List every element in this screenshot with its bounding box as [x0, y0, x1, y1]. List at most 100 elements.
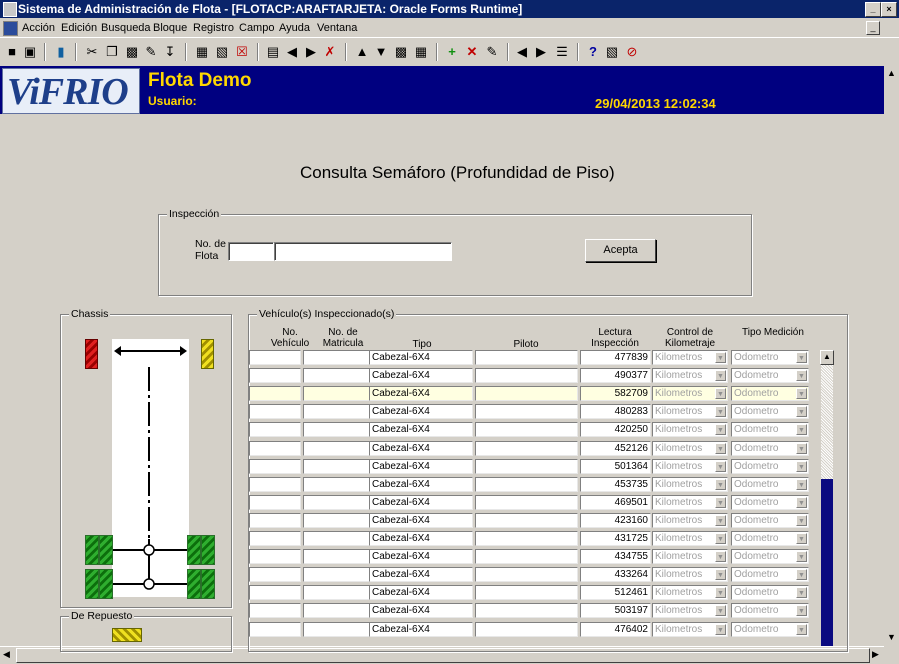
cell-no-vehiculo[interactable]	[249, 567, 301, 582]
next-record-icon[interactable]: ▶	[533, 44, 549, 60]
table-scrollbar[interactable]: ▲	[820, 350, 834, 646]
cell-medicion[interactable]: Odometro ▼	[731, 441, 809, 456]
chevron-down-icon[interactable]: ▼	[715, 424, 726, 435]
cell-no-matricula[interactable]	[303, 495, 371, 510]
cell-piloto[interactable]	[475, 531, 578, 546]
cell-piloto[interactable]	[475, 422, 578, 437]
cell-medicion[interactable]: Odometro ▼	[731, 404, 809, 419]
cell-control[interactable]: Kilometros ▼	[652, 549, 728, 564]
cell-no-vehiculo[interactable]	[249, 603, 301, 618]
cell-lectura[interactable]: 512461	[580, 585, 651, 600]
menu-bloque[interactable]: Bloque	[153, 22, 187, 34]
chevron-down-icon[interactable]: ▼	[715, 569, 726, 580]
cell-medicion[interactable]: Odometro ▼	[731, 386, 809, 401]
cell-lectura[interactable]: 582709	[580, 386, 651, 401]
edit-field-icon[interactable]: ☰	[554, 44, 570, 60]
cell-no-vehiculo[interactable]	[249, 350, 301, 365]
previous-block-icon[interactable]: ◀	[284, 44, 300, 60]
list-icon[interactable]: ▤	[265, 44, 281, 60]
scroll-left-icon[interactable]: ◀	[3, 649, 10, 660]
cell-tipo[interactable]: Cabezal-6X4	[369, 350, 473, 365]
cell-no-matricula[interactable]	[303, 549, 371, 564]
cell-tipo[interactable]: Cabezal-6X4	[369, 549, 473, 564]
cell-lectura[interactable]: 503197	[580, 603, 651, 618]
table-scroll-up-icon[interactable]: ▲	[820, 350, 834, 365]
cell-tipo[interactable]: Cabezal-6X4	[369, 622, 473, 637]
cell-control[interactable]: Kilometros ▼	[652, 404, 728, 419]
chevron-down-icon[interactable]: ▼	[796, 406, 807, 417]
cell-piloto[interactable]	[475, 386, 578, 401]
triangle-down-icon[interactable]: ▼	[373, 44, 389, 60]
cell-no-vehiculo[interactable]	[249, 386, 301, 401]
cell-piloto[interactable]	[475, 404, 578, 419]
next-block-icon[interactable]: ▶	[303, 44, 319, 60]
chevron-down-icon[interactable]: ▼	[796, 370, 807, 381]
clear-record-icon[interactable]: ✎	[484, 44, 500, 60]
cell-no-vehiculo[interactable]	[249, 622, 301, 637]
notes-icon[interactable]: ▧	[604, 44, 620, 60]
chevron-down-icon[interactable]: ▼	[796, 388, 807, 399]
tire-axle1-right-outer[interactable]	[201, 535, 215, 565]
form-icon[interactable]	[3, 21, 18, 36]
cell-control[interactable]: Kilometros ▼	[652, 513, 728, 528]
spare-tire-yellow[interactable]	[112, 628, 142, 642]
cell-tipo[interactable]: Cabezal-6X4	[369, 603, 473, 618]
cell-no-vehiculo[interactable]	[249, 459, 301, 474]
cell-control[interactable]: Kilometros ▼	[652, 531, 728, 546]
menu-ventana[interactable]: Ventana	[317, 22, 357, 34]
cell-no-vehiculo[interactable]	[249, 404, 301, 419]
cell-medicion[interactable]: Odometro ▼	[731, 549, 809, 564]
cell-tipo[interactable]: Cabezal-6X4	[369, 368, 473, 383]
cell-lectura[interactable]: 431725	[580, 531, 651, 546]
cell-lectura[interactable]: 434755	[580, 549, 651, 564]
cell-tipo[interactable]: Cabezal-6X4	[369, 404, 473, 419]
cell-control[interactable]: Kilometros ▼	[652, 386, 728, 401]
menu-ayuda[interactable]: Ayuda	[279, 22, 310, 34]
chevron-down-icon[interactable]: ▼	[796, 424, 807, 435]
menu-accion[interactable]: Acción	[22, 22, 55, 34]
menu-campo[interactable]: Campo	[239, 22, 274, 34]
execute-query-icon[interactable]: ▧	[214, 44, 230, 60]
chevron-down-icon[interactable]: ▼	[796, 461, 807, 472]
cell-control[interactable]: Kilometros ▼	[652, 603, 728, 618]
close-icon[interactable]: ×	[881, 2, 897, 17]
tire-front-right-yellow[interactable]	[201, 339, 214, 369]
cell-tipo[interactable]: Cabezal-6X4	[369, 585, 473, 600]
tire-front-left-red[interactable]	[85, 339, 98, 369]
paste-icon[interactable]: ▩	[124, 44, 140, 60]
cell-no-matricula[interactable]	[303, 404, 371, 419]
cell-control[interactable]: Kilometros ▼	[652, 350, 728, 365]
cell-piloto[interactable]	[475, 549, 578, 564]
no-entry-icon[interactable]: ⊘	[624, 44, 640, 60]
cell-no-matricula[interactable]	[303, 422, 371, 437]
cell-medicion[interactable]: Odometro ▼	[731, 513, 809, 528]
chevron-down-icon[interactable]: ▼	[715, 624, 726, 635]
tire-axle1-left-outer[interactable]	[85, 535, 99, 565]
fleet-name-field[interactable]	[274, 242, 452, 261]
menu-registro[interactable]: Registro	[193, 22, 234, 34]
scroll-right-icon[interactable]: ▶	[872, 649, 879, 660]
triangle-up-icon[interactable]: ▲	[354, 44, 370, 60]
cell-tipo[interactable]: Cabezal-6X4	[369, 495, 473, 510]
form-minimize-button[interactable]: _	[866, 21, 880, 35]
cell-medicion[interactable]: Odometro ▼	[731, 459, 809, 474]
window-vertical-scrollbar[interactable]: ▲ ▼	[884, 66, 899, 646]
cell-control[interactable]: Kilometros ▼	[652, 495, 728, 510]
chevron-down-icon[interactable]: ▼	[715, 551, 726, 562]
cell-lectura[interactable]: 501364	[580, 459, 651, 474]
copy-icon[interactable]: ❐	[104, 44, 120, 60]
menu-busqueda[interactable]: Busqueda	[101, 22, 151, 34]
fleet-code-field[interactable]	[228, 242, 274, 261]
tire-axle2-left-inner[interactable]	[99, 569, 113, 599]
cancel-query-icon[interactable]: ☒	[234, 44, 250, 60]
tire-axle1-right-inner[interactable]	[187, 535, 201, 565]
help-icon[interactable]: ?	[585, 44, 601, 60]
chevron-down-icon[interactable]: ▼	[796, 587, 807, 598]
cell-medicion[interactable]: Odometro ▼	[731, 567, 809, 582]
cell-no-matricula[interactable]	[303, 459, 371, 474]
cut-icon[interactable]: ✂	[84, 44, 100, 60]
cell-control[interactable]: Kilometros ▼	[652, 459, 728, 474]
chevron-down-icon[interactable]: ▼	[715, 497, 726, 508]
chevron-down-icon[interactable]: ▼	[715, 388, 726, 399]
cell-no-matricula[interactable]	[303, 386, 371, 401]
